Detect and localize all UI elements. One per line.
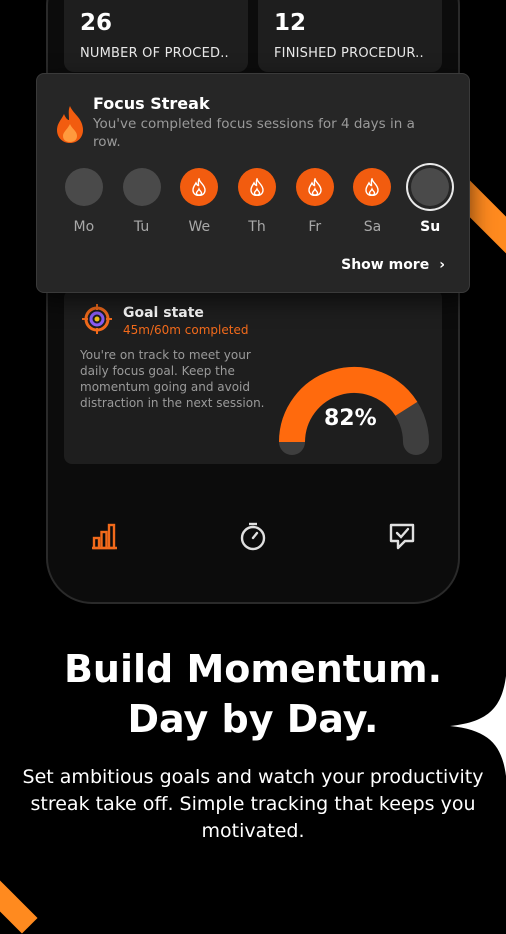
day-sa[interactable]: Sa [344, 168, 402, 235]
day-label: Tu [133, 219, 150, 235]
stopwatch-icon[interactable] [238, 521, 268, 551]
decorative-orange-stripe [0, 868, 38, 934]
stat-value: 12 [274, 10, 307, 36]
day-we[interactable]: We [170, 168, 228, 235]
day-th[interactable]: Th [228, 168, 286, 235]
day-label: Th [248, 219, 266, 235]
goal-percent: 82% [324, 406, 377, 431]
day-label: Sa [363, 219, 382, 235]
flame-icon [250, 178, 264, 196]
streak-title: Focus Streak [93, 94, 210, 113]
streak-subtitle: You've completed focus sessions for 4 da… [93, 116, 415, 150]
goal-state-card[interactable]: Goal state 45m/60m completed You're on t… [64, 290, 442, 464]
day-indicator [238, 168, 277, 206]
flame-icon [365, 178, 380, 196]
streak-days-row: Mo Tu We Th Fr Sa Su [55, 168, 459, 235]
subcopy: Set ambitious goals and watch your produ… [22, 766, 484, 842]
day-label: Fr [308, 219, 322, 235]
headline-line-1: Build Momentum. [63, 647, 443, 691]
headline: Build Momentum. Day by Day. [0, 644, 506, 744]
goal-progress-gauge [279, 367, 429, 455]
day-tu[interactable]: Tu [113, 168, 171, 235]
day-indicator [295, 168, 334, 206]
chevron-right-icon: › [439, 257, 445, 273]
day-indicator [353, 168, 392, 206]
show-more-label: Show more [341, 257, 430, 273]
stat-value: 26 [80, 10, 113, 36]
day-indicator [64, 168, 103, 206]
goal-description: You're on track to meet your daily focus… [80, 348, 265, 410]
stat-label: NUMBER OF PROCED.. [80, 46, 229, 61]
day-indicator [122, 168, 161, 206]
stat-card-procedures[interactable]: 26 NUMBER OF PROCED.. [64, 0, 248, 72]
sparkle-icon [450, 676, 506, 776]
goal-title: Goal state [123, 305, 204, 321]
target-icon [82, 304, 112, 334]
day-label: Mo [73, 219, 95, 235]
flame-icon [192, 178, 206, 196]
day-indicator [180, 168, 219, 206]
focus-streak-card[interactable]: Focus Streak You've completed focus sess… [36, 73, 470, 293]
day-indicator-today [411, 168, 450, 206]
day-mo[interactable]: Mo [55, 168, 113, 235]
day-fr[interactable]: Fr [286, 168, 344, 235]
day-label: We [188, 219, 211, 235]
stat-label: FINISHED PROCEDUR.. [274, 46, 424, 61]
bar-chart-icon[interactable] [89, 521, 119, 551]
goal-progress-text: 45m/60m completed [123, 323, 249, 337]
headline-line-2: Day by Day. [127, 697, 379, 741]
day-su[interactable]: Su [401, 168, 459, 235]
stat-card-finished[interactable]: 12 FINISHED PROCEDUR.. [258, 0, 442, 72]
day-label: Su [420, 219, 441, 235]
flame-icon [308, 178, 322, 196]
checklist-icon[interactable] [387, 521, 417, 551]
flame-icon [57, 106, 83, 143]
show-more-link[interactable]: Show more › [341, 257, 445, 273]
